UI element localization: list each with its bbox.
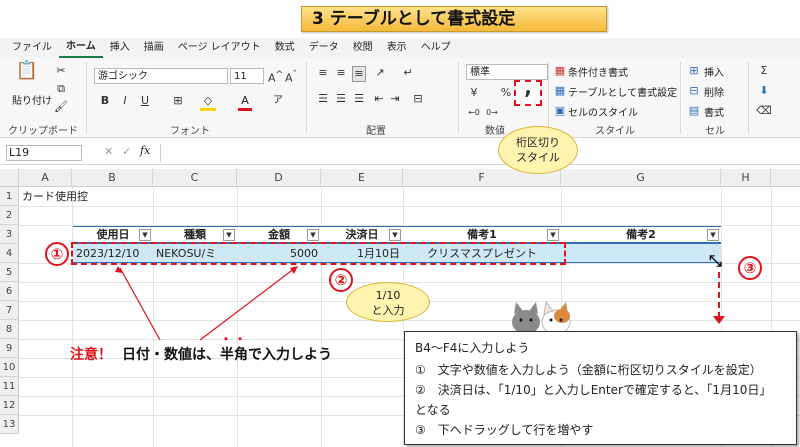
instruction-box: B4～F4に入力しよう ① 文字や数値を入力しよう（金額に桁区切りスタイルを設定… (404, 331, 797, 445)
cats-illustration (512, 300, 571, 332)
warning-text: 日付・数値は、半角で入力しよう (122, 347, 332, 363)
instruction-heading: B4～F4に入力しよう (415, 341, 530, 355)
instruction-item-2: ② 決済日は、「1/10」と入力しEnterで確定すると、「1月10日」となる (415, 383, 772, 417)
emphasis-dots: ・・ (220, 332, 249, 346)
warning-prefix: 注意！ (70, 347, 112, 363)
instruction-item-3: ③ 下へドラッグして行を増やす (415, 423, 594, 437)
instruction-item-1: ① 文字や数値を入力しよう（金額に桁区切りスタイルを設定） (415, 363, 762, 377)
